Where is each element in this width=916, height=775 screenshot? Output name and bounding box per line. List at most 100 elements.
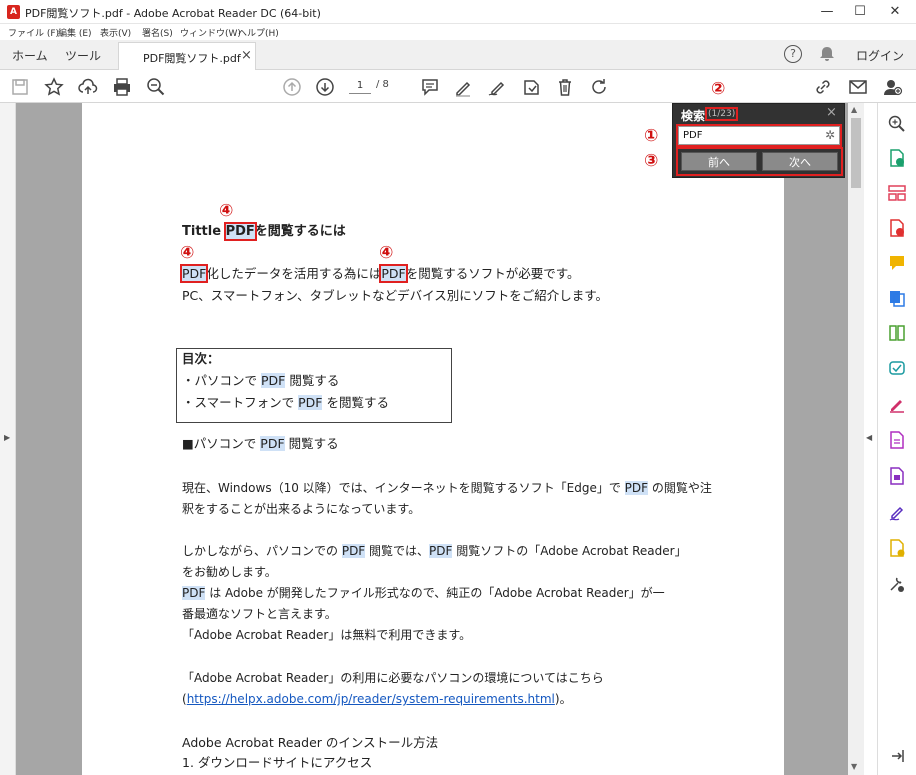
annotation-4b: ④ — [180, 243, 195, 263]
protect-icon[interactable] — [887, 466, 907, 486]
find-prev-button[interactable]: 前へ — [681, 152, 757, 171]
collapse-right-panel-icon[interactable]: ◀ — [866, 433, 872, 442]
title-bar: A PDF閲覧ソフト.pdf - Adobe Acrobat Reader DC… — [0, 0, 916, 24]
search-hit: PDF — [379, 264, 408, 283]
text: 閲覧ソフトの「Adobe Acrobat Reader」 — [452, 544, 687, 558]
text: ■パソコンで — [182, 436, 261, 451]
more-tools-icon[interactable] — [887, 574, 907, 594]
search-hit: PDF — [260, 373, 286, 388]
para-3-line-1: 「Adobe Acrobat Reader」の利用に必要なパソコンの環境について… — [182, 671, 604, 685]
compare-files-icon[interactable] — [887, 323, 907, 343]
find-input[interactable] — [683, 129, 821, 142]
zoom-in-icon[interactable] — [887, 114, 907, 134]
para-2-line-3: PDF は Adobe が開発したファイル形式なので、純正の「Adobe Acr… — [182, 584, 665, 602]
export-pdf-icon[interactable] — [887, 148, 907, 168]
expand-left-panel-icon[interactable]: ▶ — [4, 433, 10, 442]
stamp-tool-icon[interactable] — [887, 538, 907, 558]
link-icon[interactable] — [812, 76, 834, 98]
organize-pages-icon[interactable] — [887, 183, 907, 203]
sign-pen-icon[interactable] — [486, 76, 508, 98]
help-icon[interactable]: ? — [784, 45, 802, 63]
requirements-link[interactable]: https://helpx.adobe.com/jp/reader/system… — [187, 692, 555, 706]
search-hit: PDF — [260, 436, 285, 451]
page-total-label: / 8 — [376, 79, 389, 90]
fill-sign-icon[interactable] — [887, 394, 907, 414]
document-tab-label: PDF閲覧ソフト.pdf — [143, 52, 241, 65]
text: ・スマートフォンで — [182, 395, 299, 410]
text: を閲覧する — [322, 395, 389, 410]
search-hit: PDF — [298, 395, 323, 410]
doc-title: Tittle PDFを閲覧するには — [182, 222, 346, 241]
notification-bell-icon[interactable] — [818, 45, 836, 63]
page-number-input[interactable]: 1 — [349, 78, 371, 94]
search-hit: PDF — [179, 264, 209, 283]
menu-sign[interactable]: 署名(S) — [142, 26, 173, 39]
close-tab-icon[interactable]: × — [241, 48, 252, 63]
toc-heading: 目次： — [182, 351, 220, 366]
para-3-line-2: (https://helpx.adobe.com/jp/reader/syste… — [182, 690, 572, 708]
menu-help[interactable]: ヘルプ(H) — [238, 26, 279, 39]
text: 閲覧する — [284, 436, 339, 451]
rotate-icon[interactable] — [588, 76, 610, 98]
save-icon[interactable] — [9, 76, 31, 98]
annotation-2: ② — [711, 79, 726, 99]
find-next-button[interactable]: 次へ — [762, 152, 838, 171]
tab-tools[interactable]: ツール — [65, 47, 101, 64]
scroll-up-arrow-icon[interactable]: ▲ — [851, 105, 857, 114]
para-2-line-1: しかしながら、パソコンでの PDF 閲覧では、PDF 閲覧ソフトの「Adobe … — [182, 542, 687, 560]
tab-document[interactable]: PDF閲覧ソフト.pdf × — [118, 42, 256, 71]
text: 化したデータを活用する為には — [206, 266, 382, 281]
scrollbar-thumb[interactable] — [851, 118, 861, 188]
search-hit: PDF — [624, 481, 649, 495]
star-icon[interactable] — [43, 76, 65, 98]
doc-line-2: PC、スマートフォン、タブレットなどデバイス別にソフトをご紹介します。 — [182, 288, 609, 303]
scroll-down-arrow-icon[interactable]: ▼ — [851, 762, 857, 771]
close-find-icon[interactable]: × — [826, 105, 837, 120]
enhance-scans-icon[interactable] — [887, 358, 907, 378]
print-icon[interactable] — [111, 76, 133, 98]
tab-home[interactable]: ホーム — [12, 47, 48, 64]
pdf-app-icon: A — [7, 5, 20, 19]
comment-icon[interactable] — [419, 76, 441, 98]
window-title: PDF閲覧ソフト.pdf - Adobe Acrobat Reader DC (… — [25, 7, 321, 20]
annotation-3: ③ — [644, 151, 659, 171]
stamp-icon[interactable] — [520, 76, 542, 98]
gear-icon[interactable]: ✲ — [825, 128, 835, 142]
collapse-panel-icon[interactable] — [887, 746, 907, 766]
text: を閲覧するソフトが必要です。 — [405, 266, 580, 281]
find-button-row: 前へ 次へ — [676, 147, 843, 176]
zoom-search-icon[interactable] — [145, 76, 167, 98]
menu-file[interactable]: ファイル (F) — [8, 26, 59, 39]
menu-window[interactable]: ウィンドウ(W) — [180, 26, 241, 39]
highlight-pen-icon[interactable] — [452, 76, 474, 98]
email-icon[interactable] — [847, 76, 869, 98]
install-heading: Adobe Acrobat Reader のインストール方法 — [182, 735, 439, 750]
edit-pdf-icon[interactable] — [887, 430, 907, 450]
para-2-line-2: をお勧めします。 — [182, 565, 277, 579]
right-tools-panel — [877, 103, 916, 775]
para-2-line-4: 番最適なソフトと言えます。 — [182, 607, 337, 621]
page-up-icon[interactable] — [281, 76, 303, 98]
menu-edit[interactable]: 編集 (E) — [58, 26, 92, 39]
page-down-icon[interactable] — [314, 76, 336, 98]
upload-cloud-icon[interactable] — [77, 76, 99, 98]
add-user-icon[interactable] — [881, 76, 903, 98]
maximize-button[interactable]: ☐ — [841, 0, 879, 24]
text: 閲覧する — [285, 373, 340, 388]
menu-view[interactable]: 表示(V) — [100, 26, 131, 39]
vertical-scrollbar[interactable] — [848, 103, 864, 775]
annotation-4a: ④ — [219, 201, 234, 221]
create-pdf-icon[interactable] — [887, 218, 907, 238]
combine-files-icon[interactable] — [887, 288, 907, 308]
trash-icon[interactable] — [554, 76, 576, 98]
close-window-button[interactable]: ✕ — [876, 0, 914, 24]
doc-line-1: PDF化したデータを活用する為にはPDFを閲覧するソフトが必要です。 — [179, 264, 580, 283]
find-input-wrapper: ✲ — [676, 124, 842, 147]
text: しかしながら、パソコンでの — [182, 544, 342, 558]
request-signature-icon[interactable] — [887, 502, 907, 522]
comment-tool-icon[interactable] — [887, 253, 907, 273]
login-link[interactable]: ログイン — [856, 47, 904, 64]
text: )。 — [554, 692, 572, 706]
search-hit: PDF — [429, 544, 453, 558]
annotation-4c: ④ — [379, 243, 394, 263]
